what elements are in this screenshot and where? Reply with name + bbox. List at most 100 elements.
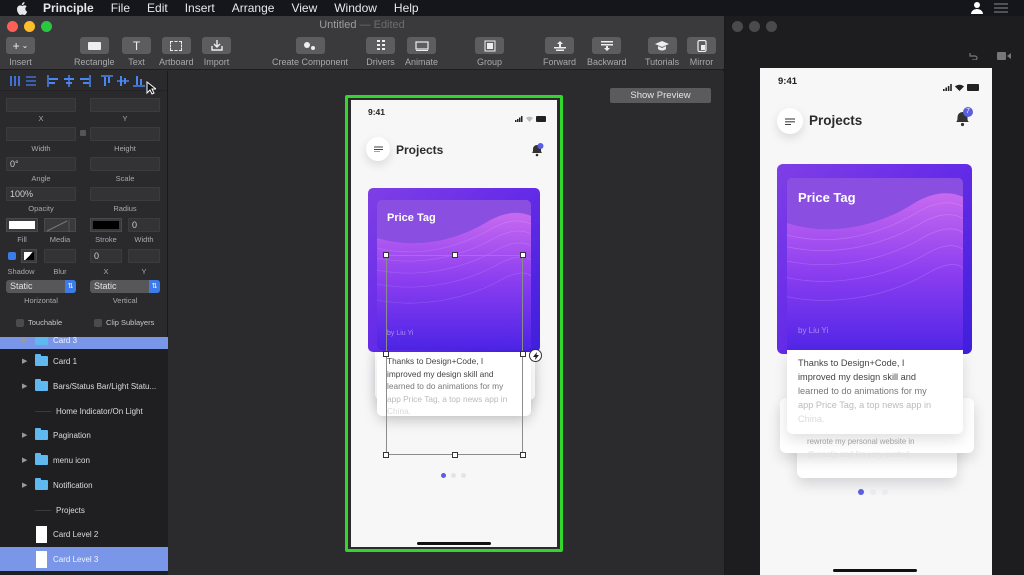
menu-help[interactable]: Help	[394, 0, 419, 16]
menu-app-name[interactable]: Principle	[43, 1, 94, 15]
align-right-icon[interactable]	[79, 74, 91, 87]
layer-item[interactable]: ▶ Notification	[0, 473, 168, 497]
lock-icon[interactable]	[80, 130, 86, 136]
group-button[interactable]: Group	[475, 37, 504, 67]
distribute-vertical-icon[interactable]	[25, 75, 37, 87]
gears-icon	[295, 37, 325, 54]
canvas[interactable]: Show Preview 9:41 Projects rewrote my pe…	[168, 71, 724, 575]
disclosure-triangle-icon[interactable]: ▶	[22, 337, 32, 344]
menu-button[interactable]	[777, 108, 803, 134]
width-input[interactable]	[6, 127, 76, 141]
disclosure-triangle-icon[interactable]: ▶	[22, 431, 32, 439]
rectangle-button[interactable]: Rectangle	[74, 37, 115, 67]
menu-edit[interactable]: Edit	[147, 0, 168, 16]
x-input[interactable]	[6, 98, 76, 112]
page-dot[interactable]	[461, 473, 466, 478]
media-well[interactable]	[44, 218, 76, 232]
minimize-button[interactable]	[749, 21, 760, 32]
shadow-toggle[interactable]	[8, 252, 16, 260]
notification-bell-icon[interactable]	[530, 143, 544, 162]
fill-swatch[interactable]	[6, 218, 38, 232]
record-video-icon[interactable]	[997, 47, 1011, 65]
vertical-select[interactable]: Static ⇅	[90, 280, 160, 293]
disclosure-triangle-icon[interactable]: ▶	[22, 481, 32, 489]
close-button[interactable]	[732, 21, 743, 32]
blur-input[interactable]	[44, 249, 76, 263]
menu-arrange[interactable]: Arrange	[232, 0, 275, 16]
layer-item[interactable]: ▶ menu icon	[0, 448, 168, 472]
horizontal-label: Horizontal	[24, 296, 58, 305]
page-dot-active[interactable]	[858, 489, 864, 495]
menu-button[interactable]	[366, 137, 390, 161]
layer-item[interactable]: ▶ Pagination	[0, 423, 168, 447]
layer-item[interactable]: Card Level 3	[0, 547, 168, 571]
notification-bell-icon[interactable]: 7	[954, 107, 973, 132]
layer-item[interactable]: Projects	[0, 498, 168, 522]
lightning-bolt-icon[interactable]	[529, 349, 542, 362]
artboard-button[interactable]: Artboard	[159, 37, 194, 67]
layer-item[interactable]: ▶ Card 1	[0, 349, 168, 373]
shadow-color-swatch[interactable]	[21, 249, 37, 263]
align-middle-icon[interactable]	[117, 75, 129, 87]
forward-button[interactable]: Forward	[543, 37, 576, 67]
align-left-icon[interactable]	[47, 74, 59, 87]
angle-input[interactable]: 0°	[6, 157, 76, 171]
animate-button[interactable]: Animate	[405, 37, 438, 67]
disclosure-triangle-icon[interactable]: ▶	[22, 382, 32, 390]
radius-input[interactable]	[90, 187, 160, 201]
card-text-box[interactable]: Thanks to Design+Code, I improved my des…	[787, 350, 963, 434]
page-dot-active[interactable]	[441, 473, 446, 478]
resize-handle[interactable]	[520, 252, 526, 258]
list-icon[interactable]	[994, 2, 1008, 17]
menu-insert[interactable]: Insert	[185, 0, 215, 16]
layer-item[interactable]: Card Level 2	[0, 522, 168, 546]
stroke-width-input[interactable]: 0	[128, 218, 160, 232]
show-preview-button[interactable]: Show Preview	[610, 88, 711, 103]
layer-item[interactable]: ▶ Bars/Status Bar/Light Statu...	[0, 374, 168, 398]
create-component-button[interactable]: Create Component	[272, 37, 348, 67]
distribute-horizontal-icon[interactable]	[9, 75, 21, 87]
page-dot[interactable]	[882, 489, 888, 495]
touchable-checkbox[interactable]: Touchable	[16, 318, 62, 327]
align-top-icon[interactable]	[101, 74, 113, 87]
page-dot[interactable]	[451, 473, 456, 478]
layer-item[interactable]: ▶ Card 3	[0, 337, 168, 349]
drivers-button[interactable]: Drivers	[366, 37, 395, 67]
y-input[interactable]	[90, 98, 160, 112]
resize-handle[interactable]	[383, 452, 389, 458]
artboard-phone[interactable]: 9:41 Projects rewrote my personal websit…	[351, 100, 557, 547]
insert-button[interactable]: + ⌄ Insert	[6, 37, 35, 67]
resize-handle[interactable]	[452, 252, 458, 258]
backward-button[interactable]: Backward	[587, 37, 627, 67]
menu-view[interactable]: View	[291, 0, 317, 16]
zoom-button[interactable]	[766, 21, 777, 32]
shadow-y-input[interactable]	[128, 249, 160, 263]
page-dot[interactable]	[870, 489, 876, 495]
resize-handle[interactable]	[520, 452, 526, 458]
disclosure-triangle-icon[interactable]: ▶	[22, 456, 32, 464]
resize-handle[interactable]	[383, 351, 389, 357]
resize-handle[interactable]	[520, 351, 526, 357]
layer-item[interactable]: Home Indicator/On Light	[0, 399, 168, 423]
disclosure-triangle-icon[interactable]: ▶	[22, 357, 32, 365]
import-button[interactable]: Import	[202, 37, 231, 67]
stroke-swatch[interactable]	[90, 218, 122, 232]
scale-input[interactable]	[90, 157, 160, 171]
tutorials-button[interactable]: Tutorials	[645, 37, 679, 67]
align-center-horizontal-icon[interactable]	[63, 74, 75, 87]
clip-sublayers-checkbox[interactable]: Clip Sublayers	[94, 318, 154, 327]
mirror-button[interactable]: Mirror	[687, 37, 716, 67]
shadow-x-input[interactable]: 0	[90, 249, 122, 263]
height-input[interactable]	[90, 127, 160, 141]
align-bottom-icon[interactable]	[133, 75, 145, 87]
apple-icon[interactable]	[15, 1, 29, 15]
horizontal-select[interactable]: Static ⇅	[6, 280, 76, 293]
text-button[interactable]: T Text	[122, 37, 151, 67]
menu-file[interactable]: File	[111, 0, 130, 16]
resize-handle[interactable]	[383, 252, 389, 258]
opacity-input[interactable]: 100%	[6, 187, 76, 201]
resize-handle[interactable]	[452, 452, 458, 458]
preview-phone[interactable]: 9:41 Projects 7 rewrote my personal webs…	[760, 68, 992, 575]
undo-icon[interactable]	[968, 47, 978, 65]
menu-window[interactable]: Window	[334, 0, 377, 16]
